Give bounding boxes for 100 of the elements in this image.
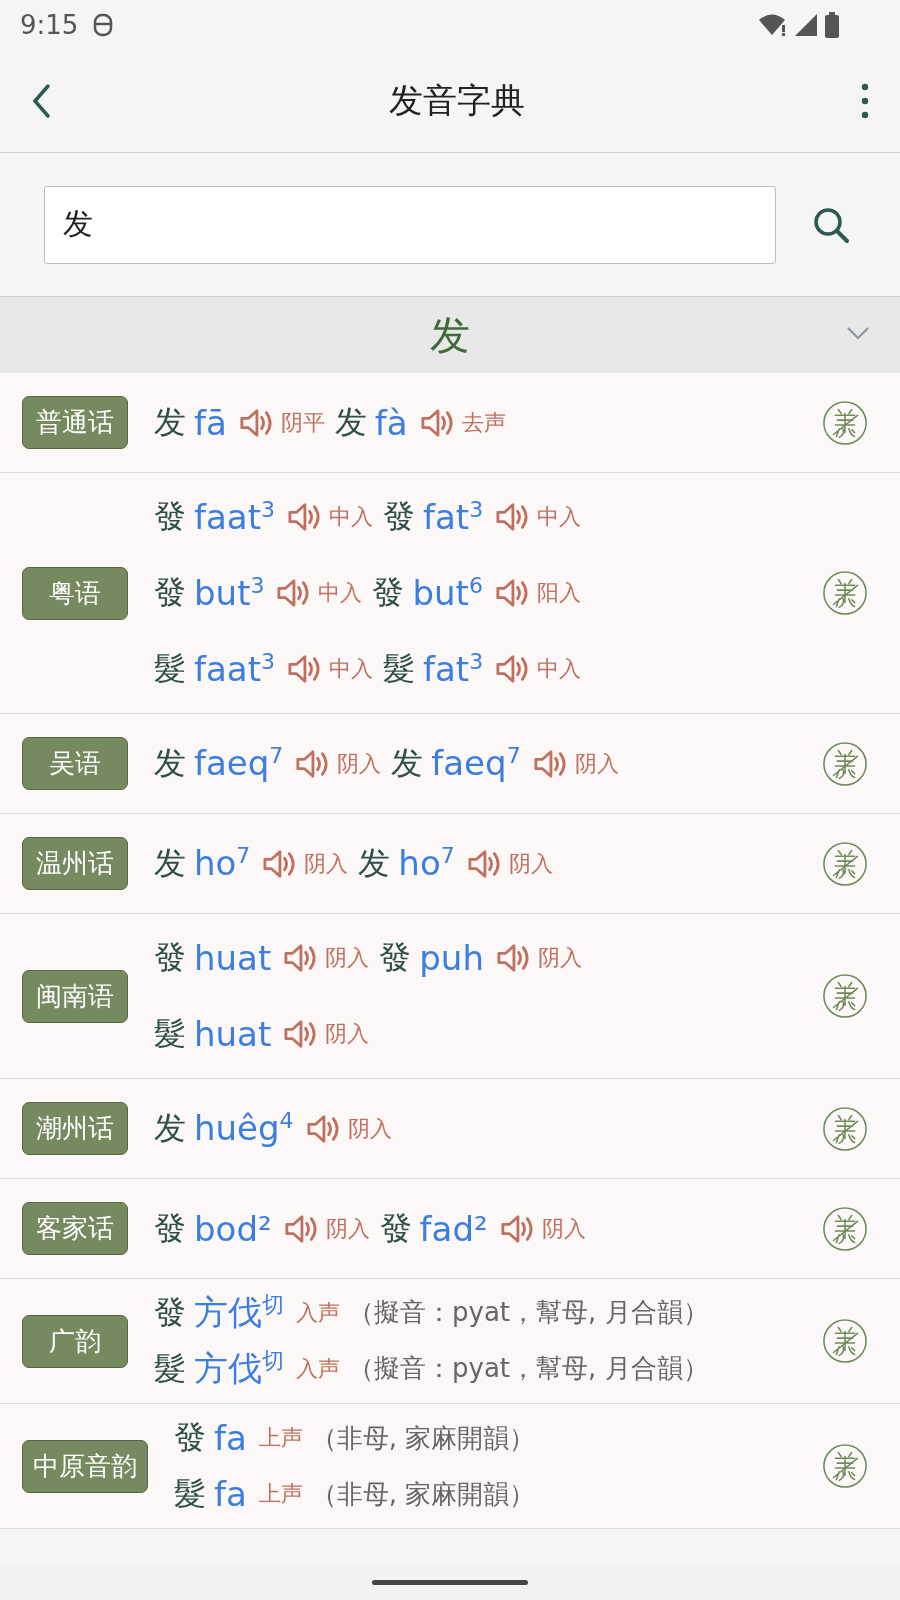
speaker-icon[interactable] bbox=[495, 942, 530, 974]
headword-bar[interactable]: 发 bbox=[0, 297, 900, 373]
romanization: ho$^{7}$ bbox=[398, 843, 455, 884]
dialect-tag: 广韵 bbox=[22, 1314, 128, 1368]
romanization: ho$^{7}$ bbox=[194, 843, 251, 884]
character: 发 bbox=[154, 842, 186, 884]
search-field[interactable]: 发 bbox=[44, 185, 776, 264]
reading-note: （非母, 家麻開韻） bbox=[310, 1421, 536, 1455]
notification-icon bbox=[92, 12, 115, 38]
romanization: fad² bbox=[419, 1208, 488, 1249]
more-options-icon[interactable] bbox=[860, 83, 870, 119]
home-handle[interactable] bbox=[372, 1579, 528, 1585]
character: 发 bbox=[154, 742, 186, 784]
signal-icon bbox=[794, 13, 818, 37]
speaker-icon[interactable] bbox=[499, 1212, 534, 1245]
character: 发 bbox=[154, 401, 186, 443]
tone-label: 中入 bbox=[329, 503, 373, 531]
speaker-icon[interactable] bbox=[532, 747, 567, 780]
romanization: huat bbox=[194, 1014, 272, 1054]
speaker-icon[interactable] bbox=[283, 942, 318, 974]
tone-label: 阴入 bbox=[537, 944, 582, 972]
reading-note: （擬音：pyat，幫母, 月合韻） bbox=[348, 1296, 709, 1330]
character: 發 bbox=[154, 1292, 186, 1333]
character: 髮 bbox=[154, 648, 186, 689]
speaker-icon[interactable] bbox=[305, 1112, 340, 1145]
romanization: fā bbox=[194, 402, 227, 443]
dialect-tag: 温州话 bbox=[22, 837, 128, 890]
tone-label: 中入 bbox=[537, 503, 582, 531]
speaker-icon[interactable] bbox=[295, 747, 330, 780]
battery-icon bbox=[824, 12, 840, 38]
tone-label: 中入 bbox=[537, 655, 582, 683]
tone-label: 上声 bbox=[258, 1480, 303, 1508]
tone-label: 中入 bbox=[329, 655, 373, 683]
seal-icon[interactable] bbox=[822, 973, 868, 1019]
speaker-icon[interactable] bbox=[494, 577, 529, 609]
character: 发 bbox=[334, 401, 367, 443]
character: 髮 bbox=[174, 1473, 206, 1514]
speaker-icon[interactable] bbox=[283, 1018, 318, 1050]
character: 髮 bbox=[154, 1013, 186, 1054]
speaker-icon[interactable] bbox=[283, 1212, 318, 1245]
romanization: bod² bbox=[194, 1208, 272, 1249]
dialect-tag: 吴语 bbox=[22, 737, 128, 790]
speaker-icon[interactable] bbox=[287, 501, 321, 533]
tone-label: 阴入 bbox=[574, 749, 619, 778]
character: 發 bbox=[383, 496, 415, 537]
dialect-tag: 粤语 bbox=[22, 566, 128, 620]
character: 發 bbox=[379, 1207, 412, 1249]
seal-icon[interactable] bbox=[822, 1105, 868, 1152]
speaker-icon[interactable] bbox=[495, 653, 530, 685]
romanization: puh bbox=[419, 938, 484, 978]
character: 發 bbox=[154, 572, 186, 613]
seal-icon[interactable] bbox=[822, 1318, 868, 1364]
speaker-icon[interactable] bbox=[262, 847, 297, 880]
speaker-icon[interactable] bbox=[287, 653, 321, 685]
speaker-icon[interactable] bbox=[419, 406, 454, 439]
chevron-icon[interactable] bbox=[846, 325, 870, 341]
seal-icon[interactable] bbox=[822, 399, 868, 446]
romanization: huat bbox=[194, 938, 272, 978]
tone-label: 阴入 bbox=[325, 1020, 370, 1048]
tone-label: 上声 bbox=[258, 1424, 303, 1452]
dialect-tag: 潮州话 bbox=[22, 1102, 128, 1155]
page-title: 发音字典 bbox=[388, 79, 526, 122]
character: 髮 bbox=[154, 1348, 186, 1389]
tone-label: 阴平 bbox=[280, 408, 325, 437]
tone-label: 阴入 bbox=[325, 944, 370, 972]
character: 發 bbox=[379, 937, 412, 978]
tone-label: 阴入 bbox=[304, 849, 349, 878]
dialect-tag: 闽南语 bbox=[22, 969, 128, 1023]
tone-label: 去声 bbox=[461, 408, 506, 437]
character: 發 bbox=[154, 1207, 186, 1249]
character: 發 bbox=[174, 1417, 206, 1458]
reading-note: （擬音：pyat，幫母, 月合韻） bbox=[348, 1352, 709, 1386]
dialect-tag: 客家话 bbox=[22, 1202, 128, 1255]
seal-icon[interactable] bbox=[822, 1205, 868, 1252]
speaker-icon[interactable] bbox=[238, 406, 273, 439]
speaker-icon[interactable] bbox=[276, 577, 311, 609]
seal-icon[interactable] bbox=[822, 740, 868, 787]
romanization: faat$^{3}$ bbox=[194, 648, 275, 690]
romanization: but$^{3}$ bbox=[194, 572, 265, 614]
tone-label: 阴入 bbox=[325, 1214, 370, 1243]
status-time: 9:15 bbox=[20, 10, 79, 40]
seal-icon[interactable] bbox=[822, 840, 868, 887]
romanization: huêg$^{4}$ bbox=[194, 1108, 294, 1149]
tone-label: 中入 bbox=[318, 579, 363, 607]
character: 發 bbox=[154, 937, 186, 978]
character: 发 bbox=[358, 842, 391, 884]
speaker-icon[interactable] bbox=[495, 501, 530, 533]
tone-label: 阴入 bbox=[337, 749, 382, 778]
character: 发 bbox=[154, 1107, 186, 1149]
character: 髮 bbox=[383, 648, 415, 689]
headword: 发 bbox=[430, 310, 470, 360]
romanization: but$^{6}$ bbox=[412, 572, 483, 614]
seal-icon[interactable] bbox=[822, 570, 868, 616]
romanization: fà bbox=[374, 402, 408, 443]
tone-label: 阴入 bbox=[508, 849, 553, 878]
tone-label: 阳入 bbox=[536, 579, 581, 607]
romanization: faeq$^{7}$ bbox=[194, 743, 284, 784]
speaker-icon[interactable] bbox=[466, 847, 501, 880]
seal-icon[interactable] bbox=[822, 1443, 868, 1489]
tone-label: 阴入 bbox=[347, 1114, 392, 1143]
